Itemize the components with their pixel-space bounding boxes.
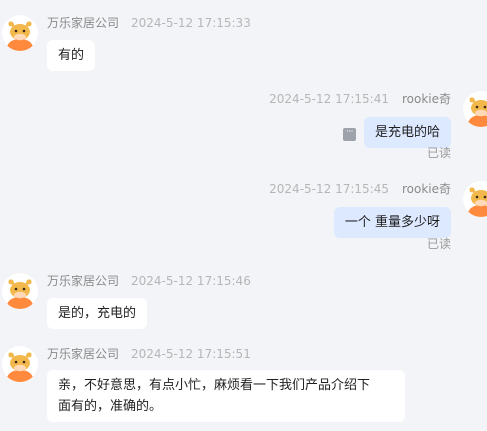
message-incoming: 万乐家居公司 2024-5-12 17:15:33 有的 (0, 15, 487, 75)
message-bubble: 是充电的哈 (363, 117, 451, 148)
message-time: 2024-5-12 17:15:41 (269, 92, 389, 106)
message-incoming: 万乐家居公司 2024-5-12 17:15:46 是的，充电的 (0, 273, 487, 333)
message-outgoing: 2024-5-12 17:15:45 rookie奇 一个 重量多少呀 已读 (0, 181, 487, 253)
sender-name: 万乐家居公司 (47, 16, 120, 30)
sender-name: rookie奇 (401, 92, 451, 106)
sender-name: 万乐家居公司 (47, 347, 120, 361)
user-avatar[interactable] (463, 181, 487, 217)
message-meta: 万乐家居公司 2024-5-12 17:15:33 (47, 15, 251, 31)
more-options-icon[interactable]: ··· (343, 128, 356, 141)
contact-avatar[interactable] (2, 273, 38, 309)
message-time: 2024-5-12 17:15:45 (269, 182, 389, 196)
message-bubble: 是的，充电的 (47, 298, 148, 329)
message-meta: 2024-5-12 17:15:45 rookie奇 (269, 181, 451, 197)
message-meta: 2024-5-12 17:15:41 rookie奇 (269, 91, 451, 107)
message-incoming: 万乐家居公司 2024-5-12 17:15:51 亲，不好意思，有点小忙，麻烦看… (0, 346, 487, 426)
message-meta: 万乐家居公司 2024-5-12 17:15:51 (47, 346, 251, 362)
read-status: 已读 (426, 237, 451, 251)
read-status: 已读 (426, 146, 451, 160)
sender-name: rookie奇 (401, 182, 451, 196)
message-bubble: 一个 重量多少呀 (333, 207, 451, 238)
message-bubble: 有的 (47, 40, 96, 71)
message-meta: 万乐家居公司 2024-5-12 17:15:46 (47, 273, 251, 289)
sender-name: 万乐家居公司 (47, 274, 120, 288)
message-outgoing: 2024-5-12 17:15:41 rookie奇 ··· 是充电的哈 已读 (0, 91, 487, 163)
message-time: 2024-5-12 17:15:33 (131, 16, 251, 30)
message-text-line: 面有的，准确的。 (58, 399, 163, 414)
message-bubble: 亲，不好意思，有点小忙，麻烦看一下我们产品介绍下 面有的，准确的。 (47, 370, 405, 422)
contact-avatar[interactable] (2, 15, 38, 51)
contact-avatar[interactable] (2, 346, 38, 382)
message-time: 2024-5-12 17:15:51 (131, 347, 251, 361)
message-text-line: 亲，不好意思，有点小忙，麻烦看一下我们产品介绍下 (58, 378, 371, 393)
message-time: 2024-5-12 17:15:46 (131, 274, 251, 288)
user-avatar[interactable] (463, 91, 487, 127)
